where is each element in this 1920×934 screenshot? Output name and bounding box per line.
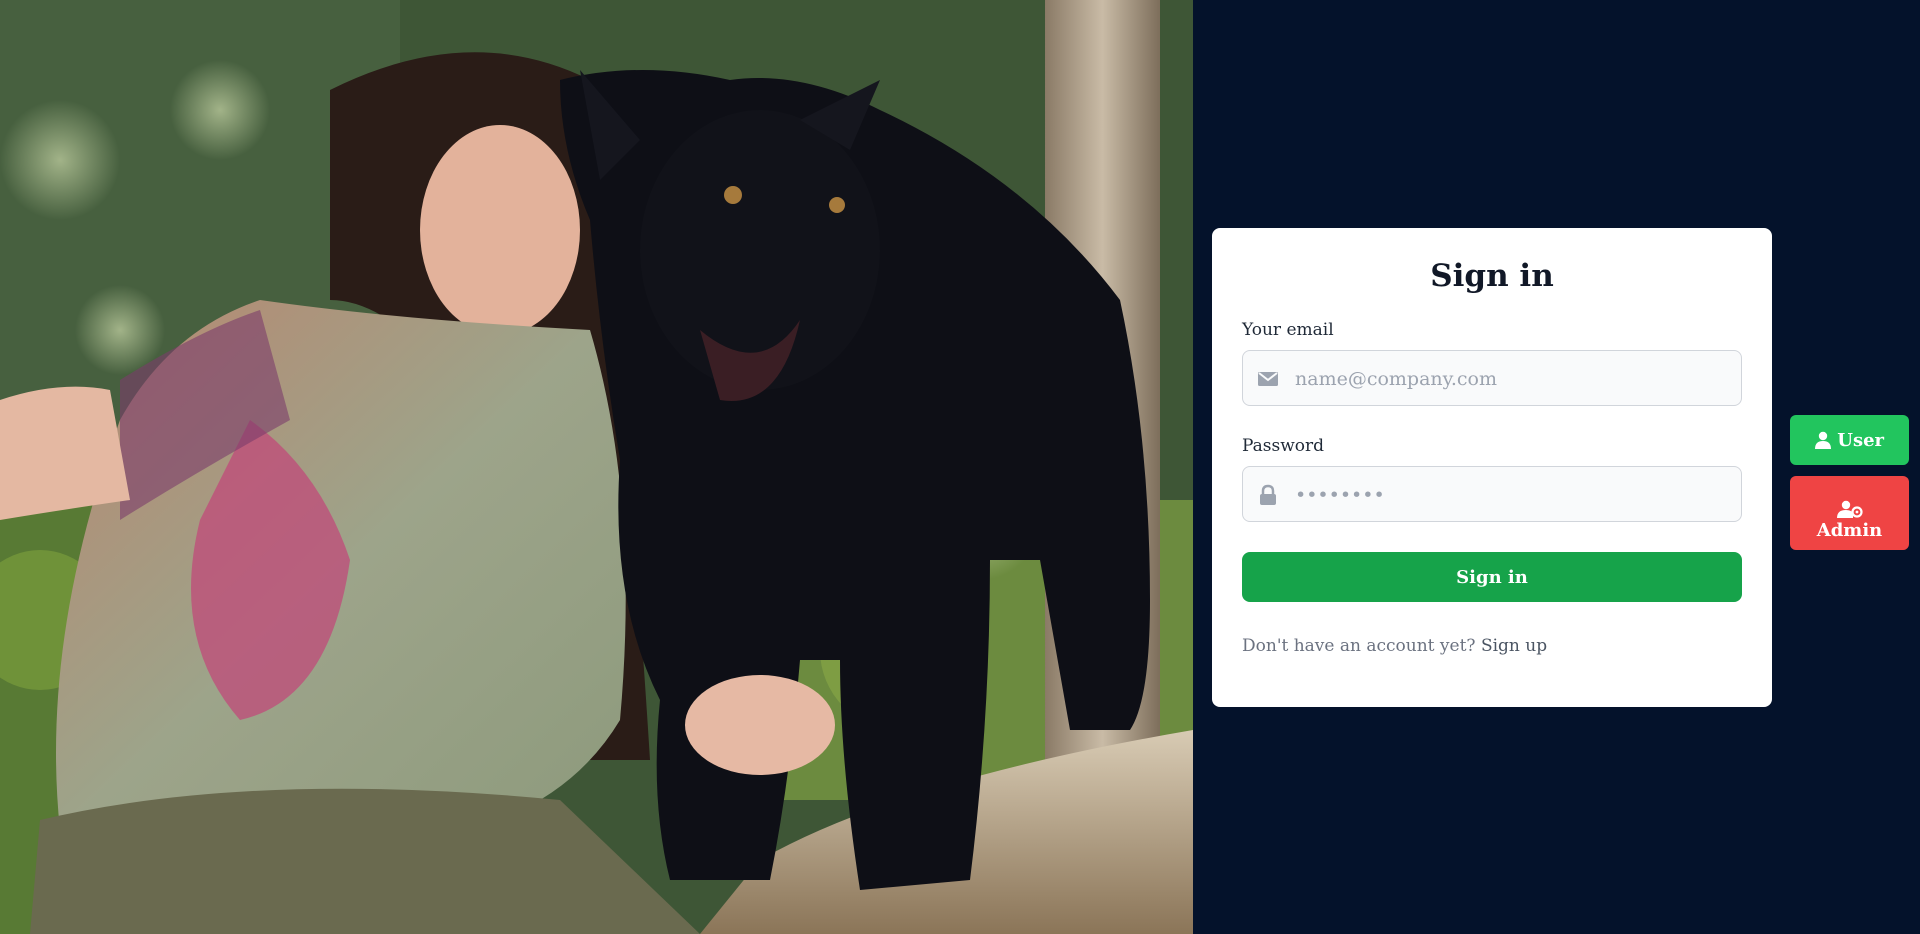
password-field-wrapper bbox=[1242, 466, 1742, 523]
signup-prompt: Don't have an account yet? bbox=[1242, 636, 1476, 656]
lock-icon bbox=[1257, 484, 1279, 506]
email-input[interactable] bbox=[1293, 351, 1737, 407]
envelope-icon bbox=[1257, 368, 1279, 390]
hero-image bbox=[0, 0, 1193, 934]
password-input[interactable] bbox=[1293, 467, 1737, 523]
user-gear-icon bbox=[1836, 499, 1863, 520]
signup-link[interactable]: Sign up bbox=[1481, 636, 1547, 656]
signup-line: Don't have an account yet? Sign up bbox=[1242, 636, 1742, 656]
email-label: Your email bbox=[1242, 320, 1334, 340]
user-icon bbox=[1814, 430, 1837, 451]
signin-title: Sign in bbox=[1430, 258, 1554, 294]
hero-photo-illustration bbox=[0, 0, 1193, 934]
admin-role-label: Admin bbox=[1816, 519, 1883, 541]
user-role-label: User bbox=[1837, 429, 1885, 451]
email-field-wrapper bbox=[1242, 350, 1742, 407]
user-role-button[interactable]: User bbox=[1790, 415, 1909, 465]
password-label: Password bbox=[1242, 436, 1325, 456]
admin-role-button[interactable]: Admin bbox=[1790, 476, 1909, 550]
signin-card: Sign in Your email Password Sign in Don'… bbox=[1212, 228, 1772, 707]
signin-button[interactable]: Sign in bbox=[1242, 552, 1742, 602]
